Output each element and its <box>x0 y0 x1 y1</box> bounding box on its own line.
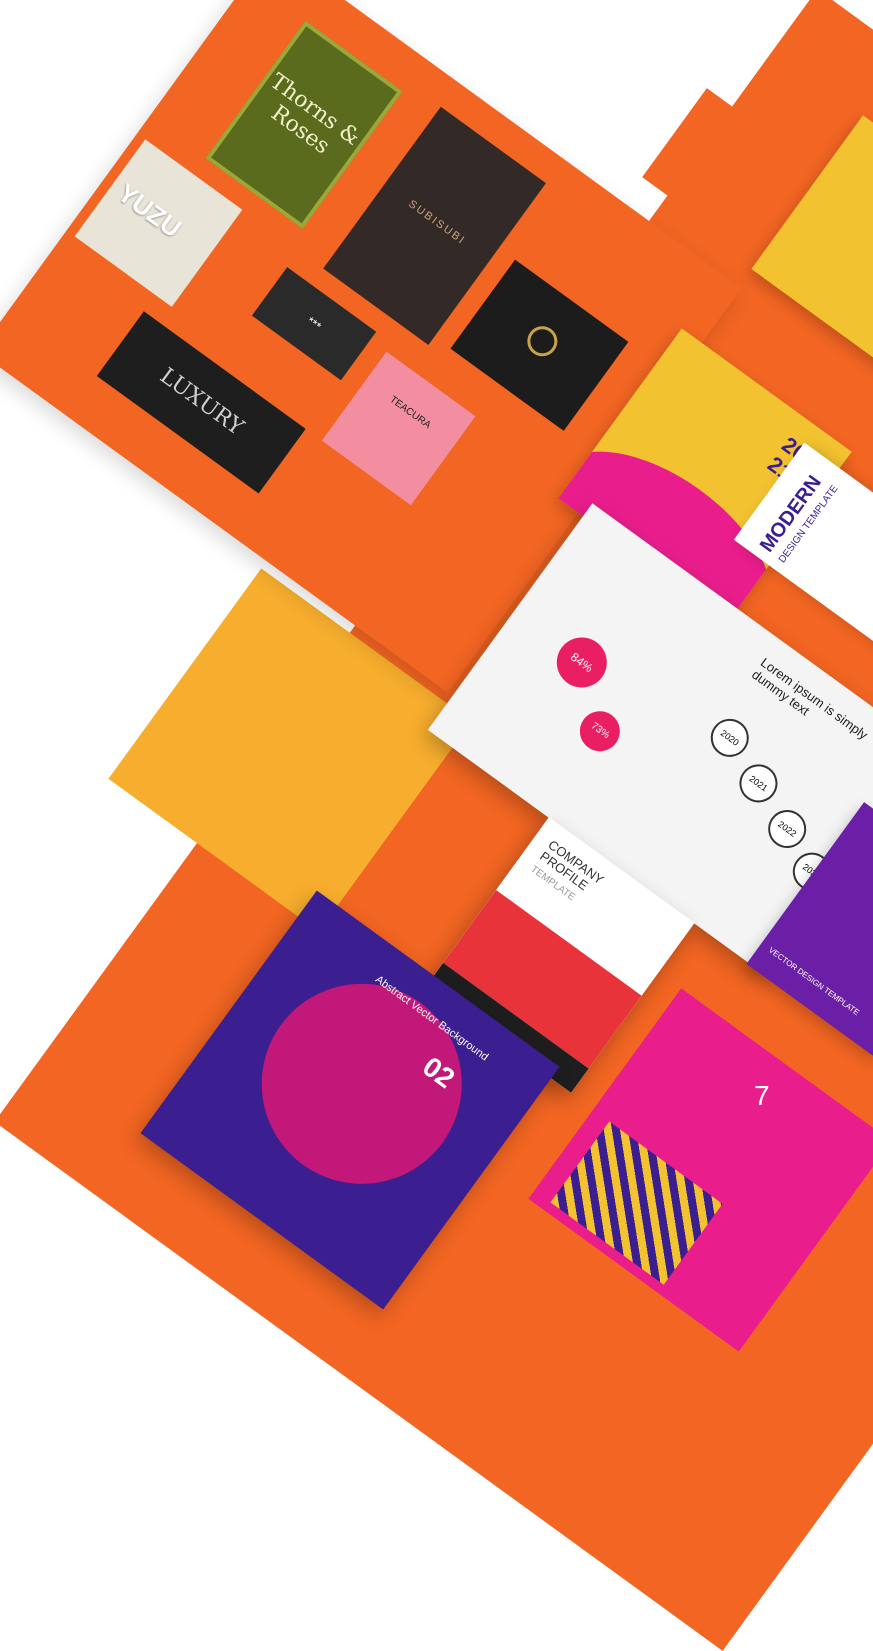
stat-circle-84: 84% <box>546 627 617 698</box>
bottle-brand: YUZU <box>112 177 188 244</box>
gift-box <box>450 259 629 431</box>
stat-circle-73: 73% <box>571 703 628 760</box>
box-logo-icon <box>521 320 564 363</box>
luxury-label: LUXURY <box>155 363 248 441</box>
page-number: 7 <box>754 1080 770 1111</box>
pouch-brand: SUBISUBI <box>406 197 468 248</box>
timeline-2022: 2022 <box>760 802 814 856</box>
timeline-2021: 2021 <box>731 756 786 810</box>
luxury-card: LUXURY <box>96 311 306 494</box>
timeline-2020: 2020 <box>703 711 757 765</box>
deck-title: Thorns & Roses <box>265 68 365 160</box>
tea-brand: TEACURA <box>387 394 433 432</box>
card-mark: *** <box>304 313 324 334</box>
deck-card: Thorns & Roses <box>205 20 403 229</box>
